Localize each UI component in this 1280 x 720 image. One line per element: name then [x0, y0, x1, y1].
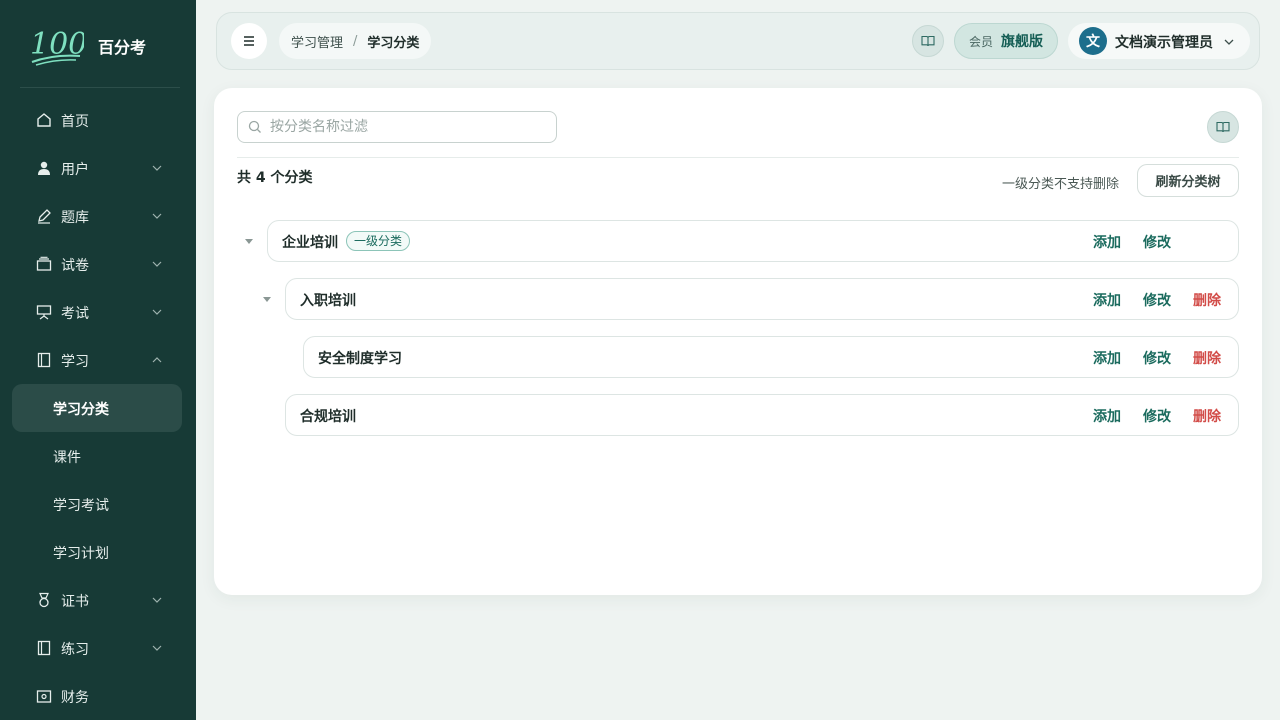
- sidebar: 100 百分考 首页 用户 题库 试卷 考试 学习 学习分类 课件 学习考试 学…: [0, 0, 196, 720]
- edit-button[interactable]: 修改: [1143, 232, 1171, 252]
- node-name: 合规培训: [300, 409, 356, 425]
- sidebar-item-label: 题库: [61, 210, 89, 226]
- breadcrumb: 学习管理 / 学习分类: [279, 23, 432, 59]
- sidebar-item-practice[interactable]: 练习: [12, 624, 182, 672]
- top-header: 学习管理 / 学习分类 会员 旗舰版 文 文档演示管理员: [216, 12, 1260, 70]
- sidebar-subitem-courseware[interactable]: 课件: [12, 432, 182, 480]
- level-tag: 一级分类: [346, 231, 411, 251]
- stack-icon: [36, 256, 52, 271]
- delete-button[interactable]: 删除: [1193, 406, 1221, 426]
- sidebar-item-exam[interactable]: 考试: [12, 288, 182, 336]
- divider: [237, 157, 1239, 158]
- docs-button[interactable]: [1207, 111, 1239, 143]
- notebook-icon: [37, 352, 51, 368]
- book-icon: [921, 35, 935, 47]
- sidebar-item-label: 证书: [61, 594, 89, 610]
- sidebar-item-label: 财务: [61, 690, 89, 706]
- tree-node[interactable]: 入职培训 添加 修改 删除: [285, 278, 1239, 320]
- category-card: 共 4 个分类 一级分类不支持删除 刷新分类树 企业培训 一级分类 添加 修改 …: [214, 88, 1262, 595]
- edit-button[interactable]: 修改: [1143, 406, 1171, 426]
- sidebar-item-certificate[interactable]: 证书: [12, 576, 182, 624]
- chevron-down-icon: [152, 645, 162, 651]
- logo[interactable]: 100 百分考: [28, 24, 178, 68]
- notebook-icon: [37, 640, 51, 656]
- breadcrumb-current: 学习分类: [367, 35, 420, 51]
- add-button[interactable]: 添加: [1093, 290, 1121, 310]
- delete-button[interactable]: 删除: [1193, 348, 1221, 368]
- tree-node[interactable]: 企业培训 一级分类 添加 修改: [267, 220, 1239, 262]
- sidebar-item-home[interactable]: 首页: [12, 96, 182, 144]
- sidebar-item-label: 练习: [61, 642, 89, 658]
- search-box: [237, 111, 557, 143]
- sidebar-subitem-label: 学习计划: [53, 546, 109, 562]
- presentation-icon: [36, 305, 52, 320]
- caret-down-icon[interactable]: [263, 297, 271, 302]
- chevron-down-icon: [1224, 39, 1234, 45]
- user-name: 文档演示管理员: [1115, 35, 1213, 51]
- caret-down-icon[interactable]: [245, 239, 253, 244]
- avatar: 文: [1079, 27, 1107, 55]
- node-name: 企业培训: [282, 235, 338, 251]
- search-icon: [248, 120, 261, 133]
- wallet-icon: [36, 690, 52, 703]
- sidebar-item-study[interactable]: 学习: [12, 336, 182, 384]
- sidebar-item-question-bank[interactable]: 题库: [12, 192, 182, 240]
- sidebar-item-label: 试卷: [61, 258, 89, 274]
- add-button[interactable]: 添加: [1093, 406, 1121, 426]
- sidebar-item-label: 考试: [61, 306, 89, 322]
- chevron-up-icon: [152, 357, 162, 363]
- member-badge[interactable]: 会员 旗舰版: [954, 23, 1058, 59]
- pen-icon: [38, 209, 51, 224]
- menu-icon: [244, 36, 254, 46]
- sidebar-item-papers[interactable]: 试卷: [12, 240, 182, 288]
- sidebar-subitem-label: 学习考试: [53, 498, 109, 514]
- add-button[interactable]: 添加: [1093, 348, 1121, 368]
- home-icon: [37, 113, 51, 127]
- sidebar-item-label: 学习: [61, 354, 89, 370]
- refresh-tree-button[interactable]: 刷新分类树: [1137, 164, 1239, 197]
- breadcrumb-item[interactable]: 学习管理: [291, 32, 343, 51]
- chevron-down-icon: [152, 165, 162, 171]
- edit-button[interactable]: 修改: [1143, 290, 1171, 310]
- medal-icon: [39, 592, 49, 608]
- menu-toggle-button[interactable]: [231, 23, 267, 59]
- delete-button[interactable]: 删除: [1193, 290, 1221, 310]
- sidebar-item-label: 用户: [61, 162, 89, 178]
- add-button[interactable]: 添加: [1093, 232, 1121, 252]
- category-count: 共 4 个分类: [237, 170, 313, 186]
- breadcrumb-separator: /: [353, 33, 358, 49]
- sidebar-item-finance[interactable]: 财务: [12, 672, 182, 720]
- sidebar-subitem-study-category[interactable]: 学习分类: [12, 384, 182, 432]
- sidebar-subitem-label: 课件: [53, 450, 81, 466]
- chevron-down-icon: [152, 261, 162, 267]
- sidebar-subitem-study-exam[interactable]: 学习考试: [12, 480, 182, 528]
- member-label: 会员: [968, 34, 993, 49]
- edit-button[interactable]: 修改: [1143, 348, 1171, 368]
- tree-node[interactable]: 安全制度学习 添加 修改 删除: [303, 336, 1239, 378]
- sidebar-item-user[interactable]: 用户: [12, 144, 182, 192]
- sidebar-subitem-label: 学习分类: [53, 402, 109, 418]
- chevron-down-icon: [152, 213, 162, 219]
- node-name: 入职培训: [300, 293, 356, 309]
- docs-button[interactable]: [912, 25, 944, 57]
- book-icon: [1216, 121, 1230, 133]
- sidebar-divider: [20, 87, 180, 88]
- search-input[interactable]: [270, 117, 550, 137]
- user-menu[interactable]: 文 文档演示管理员: [1068, 23, 1250, 59]
- node-name: 安全制度学习: [318, 351, 402, 367]
- logo-mark-icon: 100: [28, 26, 87, 66]
- member-tier: 旗舰版: [1001, 34, 1043, 50]
- tree-node[interactable]: 合规培训 添加 修改 删除: [285, 394, 1239, 436]
- brand-name: 百分考: [98, 38, 147, 57]
- chevron-down-icon: [152, 309, 162, 315]
- sidebar-item-label: 首页: [61, 114, 89, 130]
- user-icon: [38, 161, 50, 175]
- delete-hint: 一级分类不支持删除: [1002, 177, 1120, 192]
- sidebar-subitem-study-plan[interactable]: 学习计划: [12, 528, 182, 576]
- chevron-down-icon: [152, 597, 162, 603]
